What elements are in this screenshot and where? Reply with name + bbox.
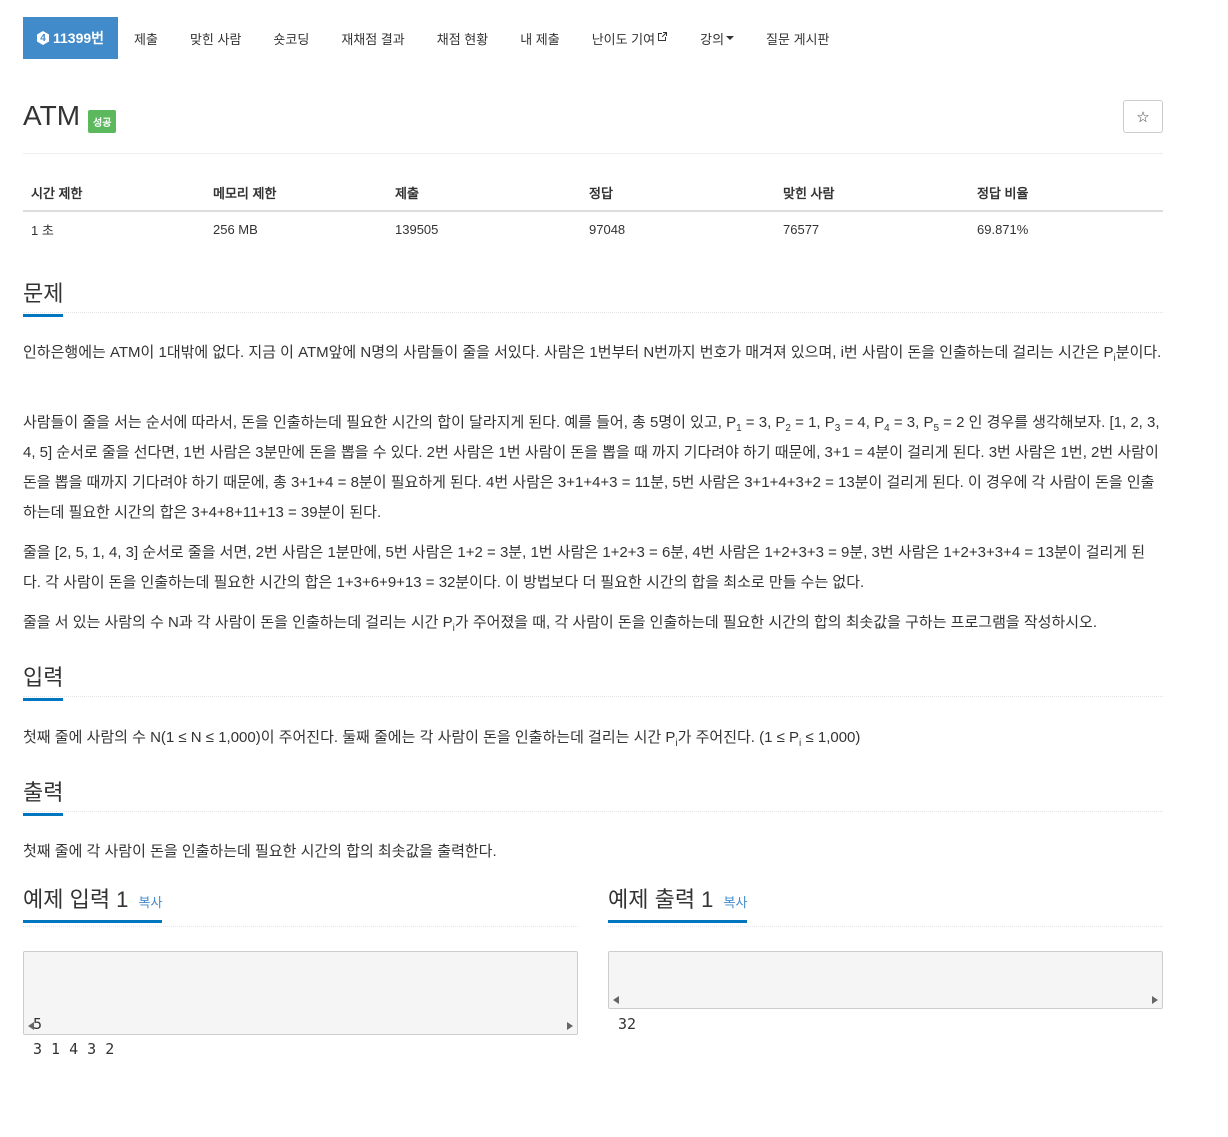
tab-difficulty-label: 난이도 기여 (591, 31, 656, 47)
problem-paragraph-4: 줄을 서 있는 사람의 수 N과 각 사람이 돈을 인출하는데 걸리는 시간 P… (23, 608, 1163, 638)
tab-difficulty-contribution[interactable]: 난이도 기여 (576, 17, 684, 59)
tab-problem-number-label: 11399번 (53, 30, 105, 46)
sample-input-title: 예제 입력 1 (23, 887, 129, 912)
tab-status[interactable]: 채점 현황 (421, 17, 504, 59)
header-ratio: 정답 비율 (969, 175, 1163, 212)
horizontal-scrollbar[interactable] (25, 1019, 576, 1033)
tab-short-coding[interactable]: 숏코딩 (257, 17, 325, 59)
tab-problem-number[interactable]: 4 11399번 (23, 17, 119, 59)
problem-paragraph-3: 줄을 [2, 5, 1, 4, 3] 순서로 줄을 서면, 2번 사람은 1분만… (23, 544, 1146, 591)
output-heading: 출력 (23, 775, 64, 816)
problem-nav: 4 11399번 제출 맞힌 사람 숏코딩 재채점 결과 채점 현황 내 제출 … (23, 17, 845, 59)
problem-paragraph-2: 사람들이 줄을 서는 순서에 따라서, 돈을 인출하는데 필요한 시간의 합이 … (23, 408, 1163, 528)
problem-section-header: 문제 (23, 276, 1163, 317)
horizontal-scrollbar[interactable] (610, 993, 1161, 1007)
star-icon: ☆ (1136, 108, 1150, 126)
favorite-button[interactable]: ☆ (1123, 100, 1163, 133)
title-divider (23, 153, 1163, 154)
value-ratio: 69.871% (977, 222, 1029, 237)
tier-badge-icon: 4 (37, 31, 49, 45)
info-value-row: 1 초 256 MB 139505 97048 76577 69.871% (23, 211, 1163, 247)
problem-title: ATM (23, 100, 81, 131)
p4-text-a: 줄을 서 있는 사람의 수 N과 각 사람이 돈을 인출하는데 걸리는 시간 P (23, 614, 453, 631)
header-solvers: 맞힌 사람 (775, 175, 969, 212)
sample-output-box[interactable]: 32 (608, 951, 1163, 1033)
tab-solvers[interactable]: 맞힌 사람 (174, 17, 257, 59)
section-divider (608, 926, 1163, 927)
scroll-right-icon[interactable] (567, 1022, 573, 1030)
info-header-row: 시간 제한 메모리 제한 제출 정답 맞힌 사람 정답 비율 (23, 175, 1163, 212)
input-text-a: 첫째 줄에 사람의 수 N(1 ≤ N ≤ 1,000)이 주어진다. 둘째 줄… (23, 729, 676, 746)
value-submissions: 139505 (395, 222, 439, 237)
p2-text-b: = 3, P (741, 414, 786, 431)
sample-output-title: 예제 출력 1 (608, 887, 714, 912)
input-section-header: 입력 (23, 660, 1163, 701)
tab-lectures-dropdown[interactable]: 강의 (684, 17, 750, 59)
title-row: ATM 성공 ☆ (23, 98, 1163, 138)
sample-output-section: 예제 출력 1 복사 32 (608, 882, 1163, 1033)
p2-text-c: = 1, P (790, 414, 835, 431)
header-accepted: 정답 (581, 175, 775, 212)
status-badge: 성공 (88, 110, 117, 133)
tab-my-submissions[interactable]: 내 제출 (504, 17, 576, 59)
sample-input-box[interactable]: 5 3 1 4 3 2 (23, 951, 578, 1058)
p2-text-e: = 3, P (889, 414, 934, 431)
section-divider (23, 811, 1163, 812)
value-time-limit: 1 초 (31, 223, 54, 238)
problem-info-table: 시간 제한 메모리 제한 제출 정답 맞힌 사람 정답 비율 1 초 256 M… (23, 175, 1163, 247)
p2-text-a: 사람들이 줄을 서는 순서에 따라서, 돈을 인출하는데 필요한 시간의 합이 … (23, 414, 737, 431)
tab-submit[interactable]: 제출 (118, 17, 174, 59)
scroll-left-icon[interactable] (613, 996, 619, 1004)
sample-input-heading: 예제 입력 1 복사 (23, 882, 163, 923)
header-submissions: 제출 (387, 175, 581, 212)
sample-output-text: 32 (618, 1015, 637, 1033)
scroll-left-icon[interactable] (28, 1022, 34, 1030)
output-description: 첫째 줄에 각 사람이 돈을 인출하는데 필요한 시간의 합의 최솟값을 출력한… (23, 843, 497, 860)
scroll-right-icon[interactable] (1152, 996, 1158, 1004)
value-solvers: 76577 (783, 222, 820, 237)
problem-paragraph-1: 인하은행에는 ATM이 1대밖에 없다. 지금 이 ATM앞에 N명의 사람들이… (23, 338, 1163, 368)
value-accepted: 97048 (589, 222, 626, 237)
p4-text-b: 가 주어졌을 때, 각 사람이 돈을 인출하는데 필요한 시간의 합의 최솟값을… (454, 614, 1098, 631)
section-divider (23, 926, 578, 927)
header-memory-limit: 메모리 제한 (205, 175, 387, 212)
tab-rejudge-results[interactable]: 재채점 결과 (325, 17, 420, 59)
copy-output-button[interactable]: 복사 (724, 895, 748, 910)
p1-text-b: 분이다. (1115, 344, 1162, 361)
external-link-icon (657, 31, 668, 45)
tab-question-board[interactable]: 질문 게시판 (750, 17, 845, 59)
input-text-b: 가 주어진다. (1 ≤ P (677, 729, 800, 746)
p2-text-d: = 4, P (840, 414, 885, 431)
section-divider (23, 312, 1163, 313)
p1-text-a: 인하은행에는 ATM이 1대밖에 없다. 지금 이 ATM앞에 N명의 사람들이… (23, 344, 1114, 361)
problem-heading: 문제 (23, 276, 64, 317)
input-text-c: ≤ 1,000) (801, 729, 861, 746)
input-description: 첫째 줄에 사람의 수 N(1 ≤ N ≤ 1,000)이 주어진다. 둘째 줄… (23, 723, 1163, 753)
output-section-header: 출력 (23, 775, 1163, 816)
sample-output-heading: 예제 출력 1 복사 (608, 882, 748, 923)
tab-lectures-label: 강의 (700, 31, 725, 47)
copy-input-button[interactable]: 복사 (139, 895, 163, 910)
caret-down-icon (726, 36, 735, 40)
section-divider (23, 696, 1163, 697)
input-heading: 입력 (23, 660, 64, 701)
header-time-limit: 시간 제한 (23, 175, 205, 212)
sample-input-section: 예제 입력 1 복사 5 3 1 4 3 2 (23, 882, 578, 1058)
value-memory-limit: 256 MB (213, 222, 258, 237)
